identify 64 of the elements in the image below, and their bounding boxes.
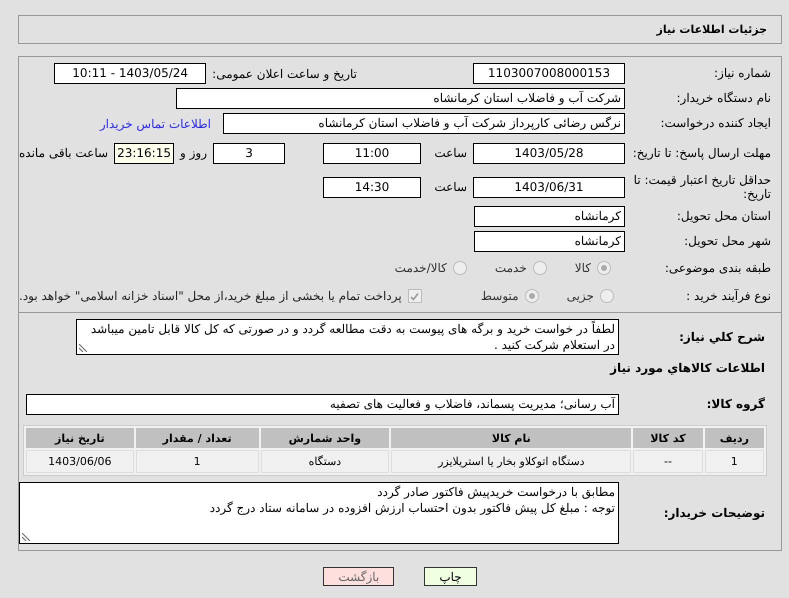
validity-time-field: 14:30: [323, 176, 421, 198]
need-number-field: 1103007008000153: [473, 63, 625, 84]
radio-button[interactable]: [452, 261, 467, 275]
resize-grip-icon[interactable]: [79, 344, 87, 352]
radio-button[interactable]: [532, 261, 547, 275]
column-header: کد کالا: [633, 428, 703, 448]
option-label: کالا: [574, 261, 591, 275]
radio-button[interactable]: [600, 289, 614, 303]
field-label: ایجاد کننده درخواست:: [659, 116, 772, 131]
resize-grip-icon[interactable]: [22, 533, 30, 541]
announce-date-field: 1403/05/24 - 10:11: [54, 63, 206, 84]
deadline-date-field: 1403/05/28: [473, 142, 625, 164]
goods-group-field: آب رسانی؛ مدیریت پسماند، فاضلاب و فعالیت های تصفیه: [26, 394, 619, 414]
field-label: شرح کلي نياز:: [678, 330, 766, 344]
field-label: شهر محل تحویل:: [683, 234, 772, 249]
radio-button[interactable]: [524, 289, 539, 303]
field-label: مهلت ارسال پاسخ: تا تاریخ:: [632, 146, 772, 160]
city-field: کرمانشاه: [474, 231, 625, 252]
field-label: گروه کالا:: [706, 396, 766, 412]
table-cell: دستگاه: [260, 450, 390, 473]
table-cell: 1: [704, 450, 764, 473]
time-label: ساعت: [433, 146, 467, 160]
announce-label: تاریخ و ساعت اعلان عمومی:: [212, 66, 357, 80]
checkmark-icon: [410, 292, 420, 300]
table-cell: 1: [136, 450, 259, 473]
field-label: استان محل تحویل:: [676, 209, 772, 224]
field-label: توضیحات خریدار:: [662, 506, 766, 520]
back-button[interactable]: بازگشت: [323, 567, 394, 586]
option-label: خدمت: [494, 261, 527, 275]
remaining-time-field: 23:16:15: [114, 142, 174, 164]
field-label: حداقل تاریخ اعتبار قیمت: تا تاریخ:: [632, 172, 772, 202]
option-label: جزیی: [566, 289, 594, 303]
buyer-org-field: شرکت آب و فاضلاب استان کرمانشاه: [176, 88, 625, 109]
column-header: تاریخ نیاز: [26, 428, 134, 448]
description-textarea[interactable]: لطفاً در خواست خرید و برگه های پیوست به دقت مطالعه گردد و در صورتی که کل کالا قابل تامین میباشد در استعلام شرکت کنید .: [76, 319, 619, 355]
field-label: طبقه بندی موضوعی:: [664, 260, 772, 276]
contact-link[interactable]: اطلاعات تماس خریدار: [100, 116, 211, 130]
field-label: نام دستگاه خریدار:: [676, 91, 772, 106]
radio-button[interactable]: [597, 261, 611, 275]
table-cell: 1403/06/06: [26, 450, 134, 473]
checkbox[interactable]: [408, 289, 422, 303]
province-field: کرمانشاه: [474, 206, 625, 227]
validity-date-field: 1403/06/31: [473, 176, 625, 198]
payment-note: پرداخت تمام یا بخشی از مبلغ خرید،از محل "اسناد خزانه اسلامی" خواهد بود.: [19, 289, 402, 303]
days-field: 3: [213, 142, 286, 164]
column-header: نام کالا: [391, 428, 632, 448]
option-label: کالا/خدمت: [394, 261, 447, 275]
deadline-time-field: 11:00: [323, 142, 422, 164]
creator-field: نرگس رضائی کارپرداز شرکت آب و فاضلاب استان کرمانشاه: [223, 113, 625, 134]
field-label: شماره نیاز:: [713, 66, 772, 81]
column-header: واحد شمارش: [260, 428, 390, 448]
page-title: جزئیات اطلاعات نیاز: [656, 23, 767, 36]
column-header: ردیف: [704, 428, 764, 448]
table-cell: --: [633, 450, 703, 473]
days-label: روز و: [180, 146, 208, 160]
time-label: ساعت: [433, 180, 467, 194]
remaining-label: ساعت باقی مانده: [19, 146, 108, 160]
option-label: متوسط: [480, 289, 519, 303]
column-header: تعداد / مقدار: [136, 428, 259, 448]
table-cell: دستگاه اتوکلاو بخار یا استریلایزر: [391, 450, 632, 473]
section-heading: اطلاعات کالاهاي مورد نياز: [608, 361, 766, 375]
print-button[interactable]: چاپ: [424, 567, 477, 586]
buyer-notes-textarea[interactable]: مطابق با درخواست خریدپیش فاکتور صادر گردد توجه : مبلغ کل پیش فاکتور بدون احتساب ارزش افزوده در سامانه ستاد درج گردد: [19, 482, 619, 544]
field-label: نوع فرآیند خرید :: [685, 288, 772, 304]
